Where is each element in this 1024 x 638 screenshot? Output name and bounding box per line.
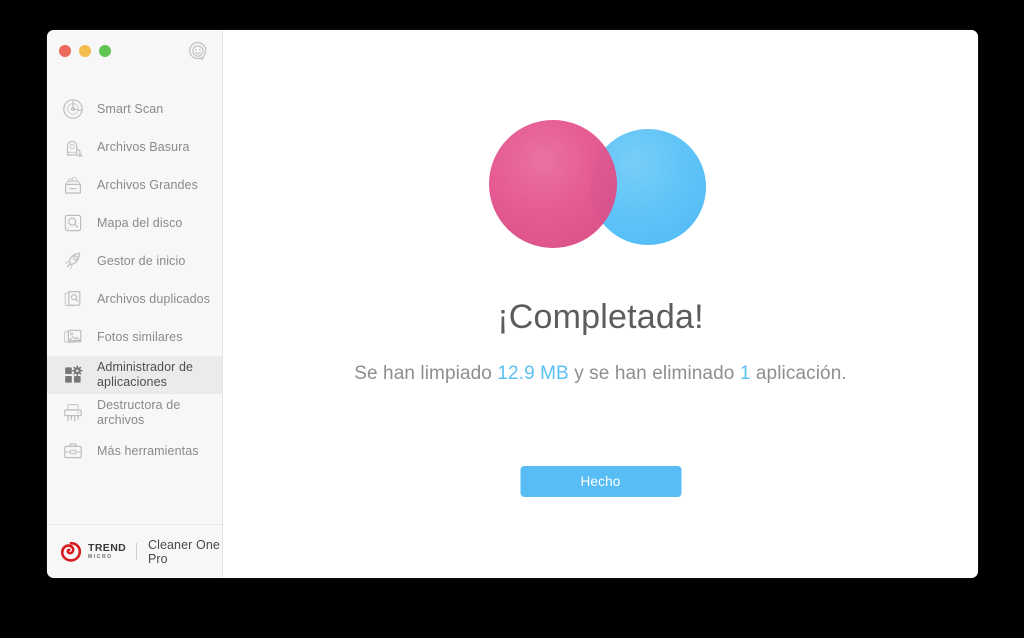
sidebar-item-label: Destructora de archivos bbox=[97, 398, 181, 427]
sidebar-item-smart-scan[interactable]: Smart Scan bbox=[47, 90, 222, 128]
radar-scan-icon bbox=[61, 97, 85, 121]
sidebar-item-label: Más herramientas bbox=[97, 443, 199, 458]
minimize-window-button[interactable] bbox=[79, 45, 91, 57]
sidebar-item-duplicate-files[interactable]: Archivos duplicados bbox=[47, 280, 222, 318]
sidebar-item-app-manager[interactable]: Administrador de aplicaciones bbox=[47, 356, 222, 394]
brand-name-bottom: MICRO bbox=[88, 553, 113, 560]
sidebar-item-more-tools[interactable]: Más herramientas bbox=[47, 432, 222, 470]
sidebar-item-disk-map[interactable]: Mapa del disco bbox=[47, 204, 222, 242]
similar-photos-icon bbox=[61, 325, 85, 349]
sidebar-item-file-shredder[interactable]: Destructora de archivos bbox=[47, 394, 222, 432]
two-overlapping-circles bbox=[471, 112, 731, 262]
sidebar-item-label: Smart Scan bbox=[97, 101, 164, 116]
summary-text-part2: y se han eliminado bbox=[568, 363, 740, 384]
sidebar-item-label: Administrador de aplicaciones bbox=[97, 360, 194, 389]
sidebar-item-label: Fotos similares bbox=[97, 329, 183, 344]
file-box-icon bbox=[61, 173, 85, 197]
removed-apps-count: 1 bbox=[739, 363, 751, 384]
page-title: ¡Completada! bbox=[497, 298, 704, 336]
rocket-icon bbox=[61, 249, 85, 273]
close-window-button[interactable] bbox=[59, 45, 71, 57]
sidebar-item-label: Archivos Grandes bbox=[97, 177, 198, 192]
sidebar-item-label: Archivos Basura bbox=[97, 139, 190, 154]
sidebar-footer: TREND MICRO Cleaner One Pro bbox=[47, 524, 222, 578]
vacuum-cleaner-icon bbox=[61, 135, 85, 159]
smiley-feedback-icon[interactable] bbox=[188, 41, 208, 61]
sidebar-item-large-files[interactable]: Archivos Grandes bbox=[47, 166, 222, 204]
trend-micro-logo-icon bbox=[60, 541, 82, 562]
sidebar: Smart Scan Archivos Basura Archivos Gran… bbox=[47, 30, 223, 578]
sidebar-item-label: Gestor de inicio bbox=[97, 253, 186, 268]
duplicate-files-icon bbox=[61, 287, 85, 311]
toolbox-icon bbox=[61, 439, 85, 463]
sidebar-item-similar-photos[interactable]: Fotos similares bbox=[47, 318, 222, 356]
app-manager-icon bbox=[61, 363, 85, 387]
sidebar-item-junk-files[interactable]: Archivos Basura bbox=[47, 128, 222, 166]
cleaned-size-value: 12.9 MB bbox=[497, 363, 569, 384]
sidebar-item-label: Archivos duplicados bbox=[97, 291, 211, 306]
done-button[interactable]: Hecho bbox=[520, 466, 681, 497]
product-name-label: Cleaner One Pro bbox=[147, 537, 220, 566]
pink-circle bbox=[488, 120, 617, 248]
sidebar-item-startup-manager[interactable]: Gestor de inicio bbox=[47, 242, 222, 280]
trend-micro-wordmark: TREND MICRO bbox=[88, 543, 126, 560]
summary-text-part3: aplicación. bbox=[750, 363, 847, 384]
main-content: ¡Completada! Se han limpiado 12.9 MB y s… bbox=[223, 30, 978, 578]
maximize-window-button[interactable] bbox=[99, 45, 111, 57]
disk-magnifier-icon bbox=[61, 211, 85, 235]
brand-name-top: TREND bbox=[88, 542, 127, 555]
traffic-lights bbox=[59, 45, 111, 57]
sidebar-nav-list: Smart Scan Archivos Basura Archivos Gran… bbox=[47, 90, 222, 524]
summary-text-part1: Se han limpiado bbox=[354, 363, 498, 384]
shredder-icon bbox=[61, 401, 85, 425]
sidebar-item-label: Mapa del disco bbox=[97, 215, 183, 230]
window-titlebar bbox=[47, 30, 222, 72]
brand-divider bbox=[136, 543, 137, 560]
app-window: Smart Scan Archivos Basura Archivos Gran… bbox=[47, 30, 978, 578]
result-summary: Se han limpiado 12.9 MB y se han elimina… bbox=[223, 363, 978, 385]
